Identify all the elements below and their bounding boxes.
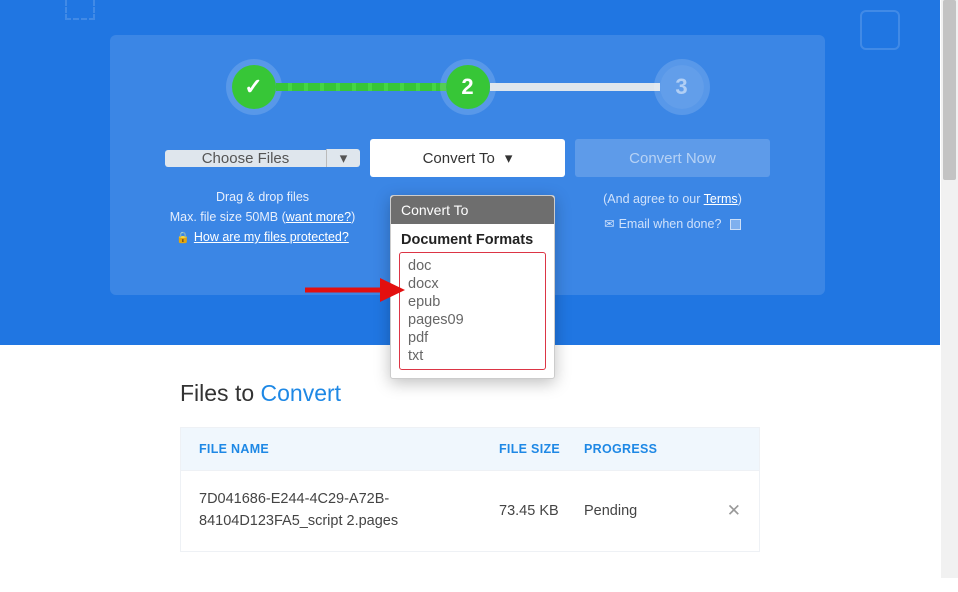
deco-tr [860, 10, 900, 50]
step-connector-2 [490, 83, 660, 91]
email-when-done-label: Email when done? [619, 217, 722, 231]
agree-text-a: (And agree to our [603, 192, 704, 206]
format-option[interactable]: pdf [408, 329, 537, 347]
stepper: 2 3 [110, 65, 825, 109]
scrollbar-thumb[interactable] [943, 0, 956, 180]
files-table: FILE NAME FILE SIZE PROGRESS 7D041686-E2… [180, 427, 760, 552]
hero: 2 3 Choose Files ▾ Drag & drop files Max… [0, 0, 940, 345]
convert-to-label: Convert To [423, 150, 495, 167]
step-2: 2 [446, 65, 490, 109]
mail-icon [604, 217, 618, 231]
agree-text-c: ) [738, 192, 742, 206]
table-header: FILE NAME FILE SIZE PROGRESS [181, 428, 759, 470]
choose-files-label: Choose Files [165, 150, 326, 167]
choose-files-hints: Drag & drop files Max. file size 50MB (w… [170, 187, 356, 248]
col-filename: FILE NAME [199, 442, 499, 456]
files-section: Files to Convert FILE NAME FILE SIZE PRO… [0, 345, 940, 592]
cell-filesize: 73.45 KB [499, 503, 584, 519]
files-protected-link[interactable]: How are my files protected? [194, 227, 349, 247]
remove-file-button[interactable]: ✕ [713, 501, 741, 521]
check-icon [244, 74, 262, 100]
deco-tl [65, 0, 95, 20]
title-b: Convert [261, 380, 342, 406]
close-icon: ✕ [727, 501, 741, 520]
cell-progress: Pending [584, 503, 713, 519]
convert-to-dropdown: Convert To Document Formats doc docx epu… [390, 195, 555, 379]
choose-files-caret[interactable]: ▾ [326, 149, 360, 167]
convert-now-button[interactable]: Convert Now [575, 139, 770, 177]
dropdown-group-title: Document Formats [391, 224, 554, 248]
table-row: 7D041686-E244-4C29-A72B-84104D123FA5_scr… [181, 470, 759, 551]
format-option[interactable]: txt [408, 347, 537, 365]
want-more-link[interactable]: want more? [286, 210, 351, 224]
hint-maxsize-c: ) [351, 210, 355, 224]
files-title: Files to Convert [180, 380, 760, 407]
chevron-down-icon: ▾ [505, 149, 513, 167]
hint-dragdrop: Drag & drop files [170, 187, 356, 207]
choose-files-button[interactable]: Choose Files ▾ [165, 139, 360, 177]
col-progress: PROGRESS [584, 442, 741, 456]
format-option[interactable]: pages09 [408, 311, 537, 329]
title-a: Files to [180, 380, 261, 406]
cell-filename: 7D041686-E244-4C29-A72B-84104D123FA5_scr… [199, 489, 499, 533]
col-filesize: FILE SIZE [499, 442, 584, 456]
lock-icon [176, 227, 190, 248]
vertical-scrollbar[interactable] [941, 0, 958, 578]
email-when-done-checkbox[interactable] [730, 219, 741, 230]
dropdown-header: Convert To [391, 196, 554, 224]
dropdown-list: doc docx epub pages09 pdf txt [399, 252, 546, 370]
convert-to-button[interactable]: Convert To ▾ [370, 139, 565, 177]
format-option[interactable]: epub [408, 293, 537, 311]
step-connector-1 [276, 83, 446, 91]
step-3: 3 [660, 65, 704, 109]
step-1 [232, 65, 276, 109]
terms-link[interactable]: Terms [704, 192, 738, 206]
hint-maxsize-a: Max. file size 50MB ( [170, 210, 286, 224]
format-option[interactable]: doc [408, 257, 537, 275]
format-option[interactable]: docx [408, 275, 537, 293]
